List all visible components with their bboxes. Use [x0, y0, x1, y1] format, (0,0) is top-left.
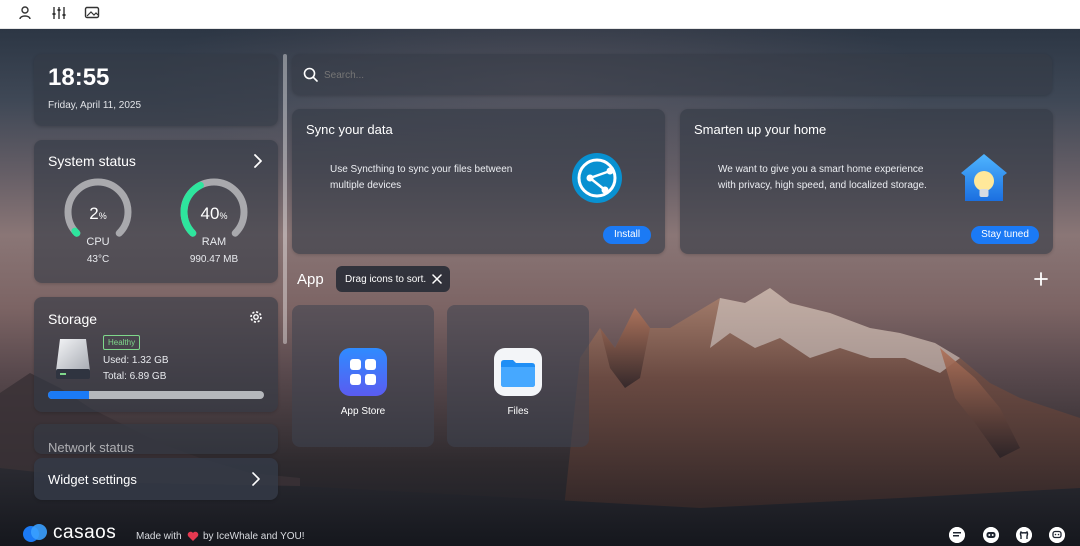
footer-credit: by IceWhale and YOU!	[203, 531, 305, 542]
sliders-icon[interactable]	[50, 4, 68, 22]
clock-time: 18:55	[48, 64, 110, 91]
system-status-card: System status 2% CPU 43°C 40% RAM 990.47…	[34, 140, 278, 283]
network-status-title: Network status	[48, 440, 134, 454]
image-icon[interactable]	[83, 4, 101, 22]
smart-home-card: Smarten up your home We want to give you…	[680, 109, 1053, 254]
cpu-gauge-value	[71, 227, 81, 237]
storage-bar-fill	[48, 391, 90, 399]
chevron-right-icon	[252, 472, 260, 486]
ram-percent: 40%	[190, 204, 238, 224]
app-tile-app-store[interactable]: App Store	[292, 305, 434, 447]
widget-settings-button[interactable]: Widget settings	[34, 458, 278, 500]
sync-card-desc-line1: Use Syncthing to sync your files between	[330, 164, 513, 175]
heart-icon	[187, 531, 199, 541]
cpu-percent: 2%	[74, 204, 122, 224]
forum-icon[interactable]	[949, 527, 965, 543]
sidebar-scrollbar[interactable]	[283, 54, 287, 344]
stay-tuned-button[interactable]: Stay tuned	[971, 226, 1039, 244]
close-icon[interactable]	[432, 274, 442, 284]
cpu-percent-unit: %	[98, 211, 107, 221]
ram-label: RAM	[201, 236, 227, 248]
smart-home-card-title: Smarten up your home	[694, 122, 827, 137]
smart-home-desc-line2: with privacy, high speed, and localized …	[718, 180, 927, 191]
app-tile-files[interactable]: Files	[447, 305, 589, 447]
sync-card-desc-line2: multiple devices	[330, 180, 402, 191]
disk-icon	[56, 339, 90, 379]
ram-usage: 990.47 MB	[189, 254, 239, 265]
search-icon	[303, 67, 318, 82]
search-input[interactable]	[322, 65, 1026, 85]
ram-percent-unit: %	[219, 211, 228, 221]
sort-tooltip-text: Drag icons to sort.	[345, 274, 427, 285]
sort-tooltip: Drag icons to sort.	[336, 266, 450, 292]
clock-date: Friday, April 11, 2025	[48, 100, 142, 111]
apps-section-title: App	[297, 271, 324, 288]
user-settings-icon[interactable]	[17, 4, 35, 22]
app-store-icon	[339, 348, 387, 396]
clock-card: 18:55 Friday, April 11, 2025	[34, 54, 278, 126]
discord-icon[interactable]	[983, 527, 999, 543]
storage-total: Total: 6.89 GB	[103, 371, 167, 382]
chat-icon[interactable]	[1049, 527, 1065, 543]
github-icon[interactable]	[1016, 527, 1032, 543]
sync-card: Sync your data Use Syncthing to sync you…	[292, 109, 665, 254]
casaos-logo-icon	[23, 524, 47, 542]
sync-card-title: Sync your data	[306, 122, 393, 137]
storage-used: Used: 1.32 GB	[103, 355, 169, 366]
app-name: App Store	[340, 406, 386, 417]
storage-title: Storage	[48, 311, 98, 327]
ram-percent-value: 40	[200, 204, 220, 223]
top-toolbar	[0, 0, 1080, 29]
app-name: Files	[507, 406, 529, 417]
footer-made-with: Made with	[136, 531, 182, 542]
casaos-brand: casaos	[53, 522, 117, 543]
widget-settings-label: Widget settings	[48, 472, 137, 487]
storage-card: Storage Healthy Used: 1.32 GB Total: 6.8…	[34, 297, 278, 412]
storage-bar	[48, 391, 264, 399]
gear-icon[interactable]	[249, 310, 263, 324]
cpu-label: CPU	[86, 236, 110, 248]
cpu-percent-value: 2	[89, 204, 99, 223]
smart-home-icon	[961, 154, 1007, 201]
health-badge: Healthy	[103, 335, 141, 350]
search-bar[interactable]	[292, 54, 1052, 95]
files-icon	[494, 348, 542, 396]
add-app-icon[interactable]	[1034, 272, 1048, 286]
install-button[interactable]: Install	[603, 226, 651, 244]
cpu-temperature: 43°C	[86, 254, 110, 265]
syncthing-icon	[572, 153, 622, 203]
network-status-card: Network status	[34, 424, 278, 454]
smart-home-desc-line1: We want to give you a smart home experie…	[718, 164, 924, 175]
